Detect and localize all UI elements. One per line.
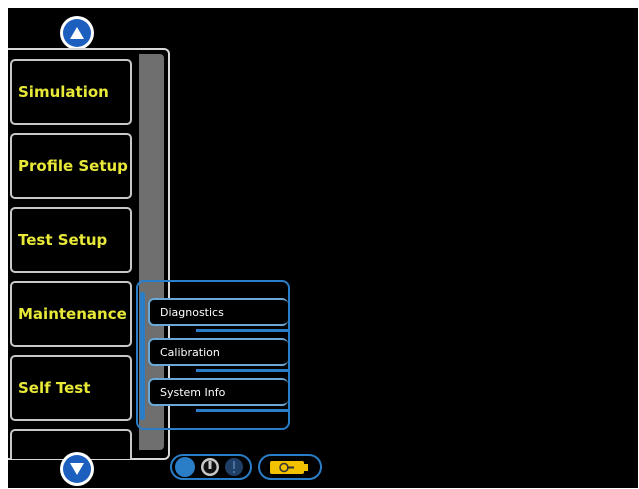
submenu-divider xyxy=(196,329,288,332)
menu-item-maintenance[interactable]: Maintenance xyxy=(10,281,132,347)
device-screen: Simulation Profile Setup Test Setup Main… xyxy=(8,8,638,488)
submenu-divider xyxy=(196,409,288,412)
submenu-item-label: Calibration xyxy=(160,345,220,359)
submenu-item-diagnostics[interactable]: Diagnostics xyxy=(148,298,288,326)
menu-item-label: Self Test xyxy=(18,379,91,397)
menu-item-self-test[interactable]: Self Test xyxy=(10,355,132,421)
submenu-item-calibration[interactable]: Calibration xyxy=(148,338,288,366)
submenu-item-system-info[interactable]: System Info xyxy=(148,378,288,406)
menu-item-label: Test Setup xyxy=(18,231,108,249)
menu-item-profile-setup[interactable]: Profile Setup xyxy=(10,133,132,199)
remote-mode-icon xyxy=(175,457,195,477)
submenu-item-label: Diagnostics xyxy=(160,305,224,319)
submenu-divider xyxy=(196,369,288,372)
submenu-bracket xyxy=(140,292,145,420)
menu-item-simulation[interactable]: Simulation xyxy=(10,59,132,125)
remote-status-indicator[interactable] xyxy=(170,454,252,480)
scroll-up-button[interactable] xyxy=(60,16,94,50)
menu-item-label: Maintenance xyxy=(18,305,127,323)
submenu-item-label: System Info xyxy=(160,385,226,399)
up-arrow-icon xyxy=(63,19,91,47)
battery-indicator[interactable] xyxy=(258,454,322,480)
menu-item-label: Simulation xyxy=(18,83,109,101)
menu-item-label: Profile Setup xyxy=(18,157,128,175)
maintenance-submenu: Diagnostics Calibration System Info xyxy=(136,280,290,430)
down-arrow-icon xyxy=(63,455,91,483)
battery-icon xyxy=(270,461,308,474)
menu-item-test-setup[interactable]: Test Setup xyxy=(10,207,132,273)
scroll-down-button[interactable] xyxy=(60,452,94,486)
